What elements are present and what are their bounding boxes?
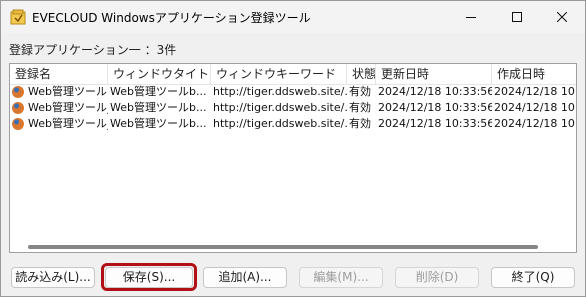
column-header-name[interactable]: 登録名 [10, 64, 108, 84]
list-header: 登録名 ウィンドウタイトル ウィンドウキーワード 状態 更新日時 作成日時 [10, 64, 576, 85]
cell-created: 2024/12/18 10: [494, 101, 577, 114]
title-bar[interactable]: EVECLOUD Windowsアプリケーション登録ツール [1, 1, 585, 33]
cell-name: Web管理ツール_ [28, 117, 108, 130]
cell-window-title: Web管理ツールb... [110, 101, 207, 114]
cell-updated: 2024/12/18 10:33:56 [378, 117, 492, 130]
list-row[interactable]: Web管理ツール_ Web管理ツールb... http://tiger.ddsw… [10, 116, 576, 132]
cell-status: 有効 [349, 117, 371, 130]
delete-button[interactable]: 削除(D) [395, 267, 479, 288]
window-title: EVECLOUD Windowsアプリケーション登録ツール [32, 11, 311, 25]
horizontal-scrollbar[interactable] [10, 240, 576, 252]
scrollbar-thumb[interactable] [28, 245, 538, 249]
add-button[interactable]: 追加(A)... [203, 267, 287, 288]
cell-created: 2024/12/18 10: [494, 117, 577, 130]
list-row[interactable]: Web管理ツール_ Web管理ツールb... http://tiger.ddsw… [10, 100, 576, 116]
cell-created: 2024/12/18 10: [494, 85, 577, 98]
load-button[interactable]: 読み込み(L)... [11, 267, 95, 288]
cell-window-keyword: http://tiger.ddsweb.site/... [213, 85, 347, 98]
registered-count-label: 登録アプリケーション一 ：3件 [9, 43, 177, 57]
column-header-status[interactable]: 状態 [347, 64, 376, 84]
cell-name: Web管理ツール_ [28, 101, 108, 114]
application-list[interactable]: 登録名 ウィンドウタイトル ウィンドウキーワード 状態 更新日時 作成日時 We… [9, 63, 577, 253]
cell-window-title: Web管理ツールb... [110, 117, 207, 130]
close-icon [557, 12, 567, 22]
minimize-icon [466, 17, 476, 18]
minimize-button[interactable] [448, 1, 494, 33]
cell-updated: 2024/12/18 10:33:56 [378, 101, 492, 114]
column-header-window-keyword[interactable]: ウィンドウキーワード [211, 64, 347, 84]
exit-button[interactable]: 終了(Q) [491, 267, 575, 288]
app-window: EVECLOUD Windowsアプリケーション登録ツール 登録アプリケーション… [0, 0, 586, 297]
list-row[interactable]: Web管理ツール Web管理ツールb... http://tiger.ddswe… [10, 84, 576, 100]
cell-name: Web管理ツール [28, 85, 107, 98]
maximize-icon [512, 12, 522, 22]
column-header-updated[interactable]: 更新日時 [376, 64, 492, 84]
app-entry-icon [12, 102, 24, 114]
app-icon [10, 9, 26, 25]
cell-window-keyword: http://tiger.ddsweb.site/... [213, 101, 347, 114]
column-header-window-title[interactable]: ウィンドウタイトル [108, 64, 211, 84]
column-header-created[interactable]: 作成日時 [492, 64, 576, 84]
cell-window-title: Web管理ツールb... [110, 85, 207, 98]
cell-window-keyword: http://tiger.ddsweb.site/... [213, 117, 347, 130]
cell-updated: 2024/12/18 10:33:56 [378, 85, 492, 98]
cell-status: 有効 [349, 101, 371, 114]
cell-status: 有効 [349, 85, 371, 98]
maximize-button[interactable] [494, 1, 540, 33]
edit-button[interactable]: 編集(M)... [299, 267, 383, 288]
close-button[interactable] [539, 1, 585, 33]
app-entry-icon [12, 118, 24, 130]
app-entry-icon [12, 86, 24, 98]
save-button-highlight [101, 263, 197, 291]
